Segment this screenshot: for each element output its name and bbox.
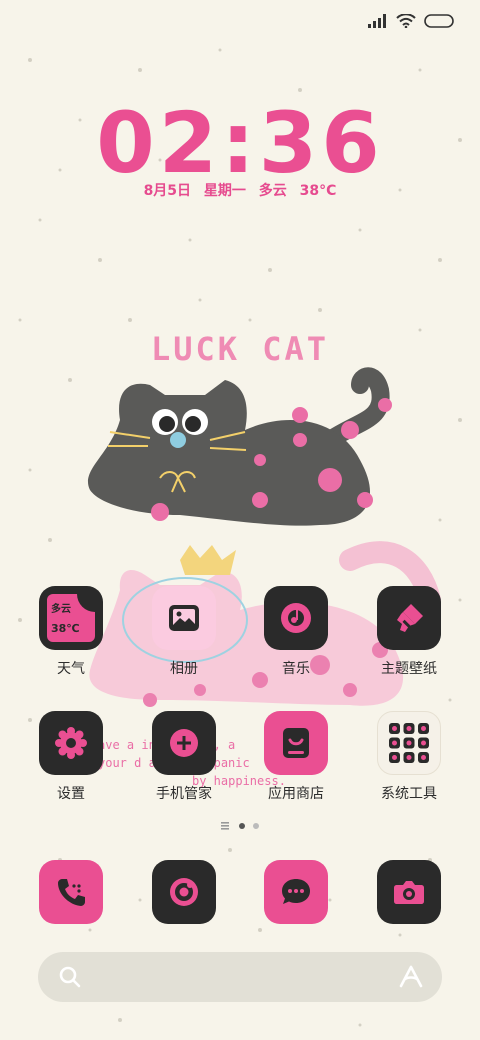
search-icon[interactable] — [58, 965, 82, 989]
page-indicator[interactable] — [0, 822, 480, 830]
weather-widget-temp: 38℃ — [51, 622, 80, 635]
page-dot-current — [239, 823, 245, 829]
app-weather[interactable]: 多云 38℃ 天气 — [26, 586, 116, 678]
theme-brush-icon — [377, 586, 441, 650]
app-folder-system-tools[interactable]: 系统工具 — [364, 711, 454, 803]
messages-icon — [264, 860, 328, 924]
date-text: 8月5日 — [143, 183, 192, 199]
app-store-icon — [264, 711, 328, 775]
home-screen: 02:36 8月5日 星期一 多云 38°C LUCK CAT ave a in… — [0, 0, 480, 1040]
phone-icon — [39, 860, 103, 924]
app-label: 相册 — [170, 661, 198, 677]
weather-widget-condition: 多云 — [51, 604, 71, 615]
app-label: 手机管家 — [156, 786, 212, 802]
page-list-icon — [221, 822, 229, 830]
camera-icon — [377, 860, 441, 924]
folder-icon — [377, 711, 441, 775]
weekday-text: 星期一 — [203, 183, 246, 199]
app-theme[interactable]: 主题壁纸 — [364, 586, 454, 678]
music-icon — [264, 586, 328, 650]
wallpaper-title: LUCK CAT — [150, 330, 330, 368]
wifi-icon — [396, 14, 416, 28]
date-line: 8月5日 星期一 多云 38°C — [0, 180, 480, 200]
status-bar — [368, 10, 456, 32]
battery-icon — [424, 14, 454, 28]
app-store[interactable]: 应用商店 — [251, 711, 341, 803]
app-music[interactable]: 音乐 — [251, 586, 341, 678]
temperature-text: 38°C — [299, 183, 337, 199]
weather-icon: 多云 38℃ — [39, 586, 103, 650]
dock-phone[interactable] — [26, 860, 116, 924]
dock-messages[interactable] — [251, 860, 341, 924]
app-label: 应用商店 — [268, 786, 324, 802]
dock-camera[interactable] — [364, 860, 454, 924]
gallery-icon — [152, 586, 216, 650]
browser-icon — [152, 860, 216, 924]
clock-widget[interactable]: 02:36 — [0, 98, 480, 188]
app-settings[interactable]: 设置 — [26, 711, 116, 803]
app-gallery[interactable]: 相册 — [139, 586, 229, 678]
signal-icon — [368, 14, 386, 28]
search-bar[interactable] — [38, 952, 442, 1002]
settings-gear-icon — [39, 711, 103, 775]
page-dot — [253, 823, 259, 829]
assistant-icon[interactable] — [398, 964, 424, 990]
weather-text: 多云 — [258, 183, 287, 199]
app-label: 音乐 — [282, 661, 310, 677]
app-label: 主题壁纸 — [381, 661, 437, 677]
app-label: 设置 — [57, 786, 85, 802]
dock-browser[interactable] — [139, 860, 229, 924]
dark-spotted-cat — [87, 367, 392, 526]
security-plus-icon — [152, 711, 216, 775]
app-label: 天气 — [57, 661, 85, 677]
app-label: 系统工具 — [381, 786, 437, 802]
app-security[interactable]: 手机管家 — [139, 711, 229, 803]
